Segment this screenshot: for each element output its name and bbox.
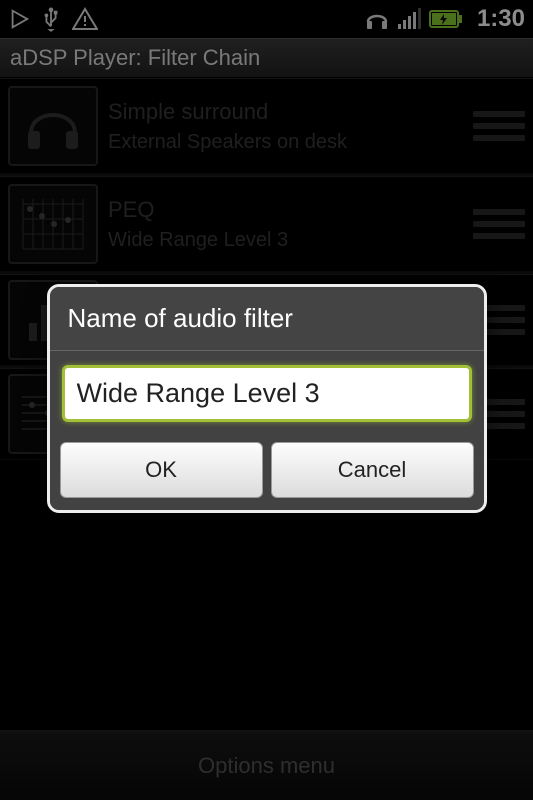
text-input-wrap — [62, 365, 472, 422]
filter-name-input[interactable] — [77, 378, 457, 409]
dialog-header: Name of audio filter — [50, 287, 484, 351]
dialog-buttons: OK Cancel — [50, 432, 484, 510]
ok-button[interactable]: OK — [60, 442, 263, 498]
dialog-body — [50, 351, 484, 432]
modal-overlay: Name of audio filter OK Cancel — [0, 0, 533, 800]
cancel-button[interactable]: Cancel — [271, 442, 474, 498]
dialog-title: Name of audio filter — [68, 303, 293, 333]
rename-dialog: Name of audio filter OK Cancel — [47, 284, 487, 513]
